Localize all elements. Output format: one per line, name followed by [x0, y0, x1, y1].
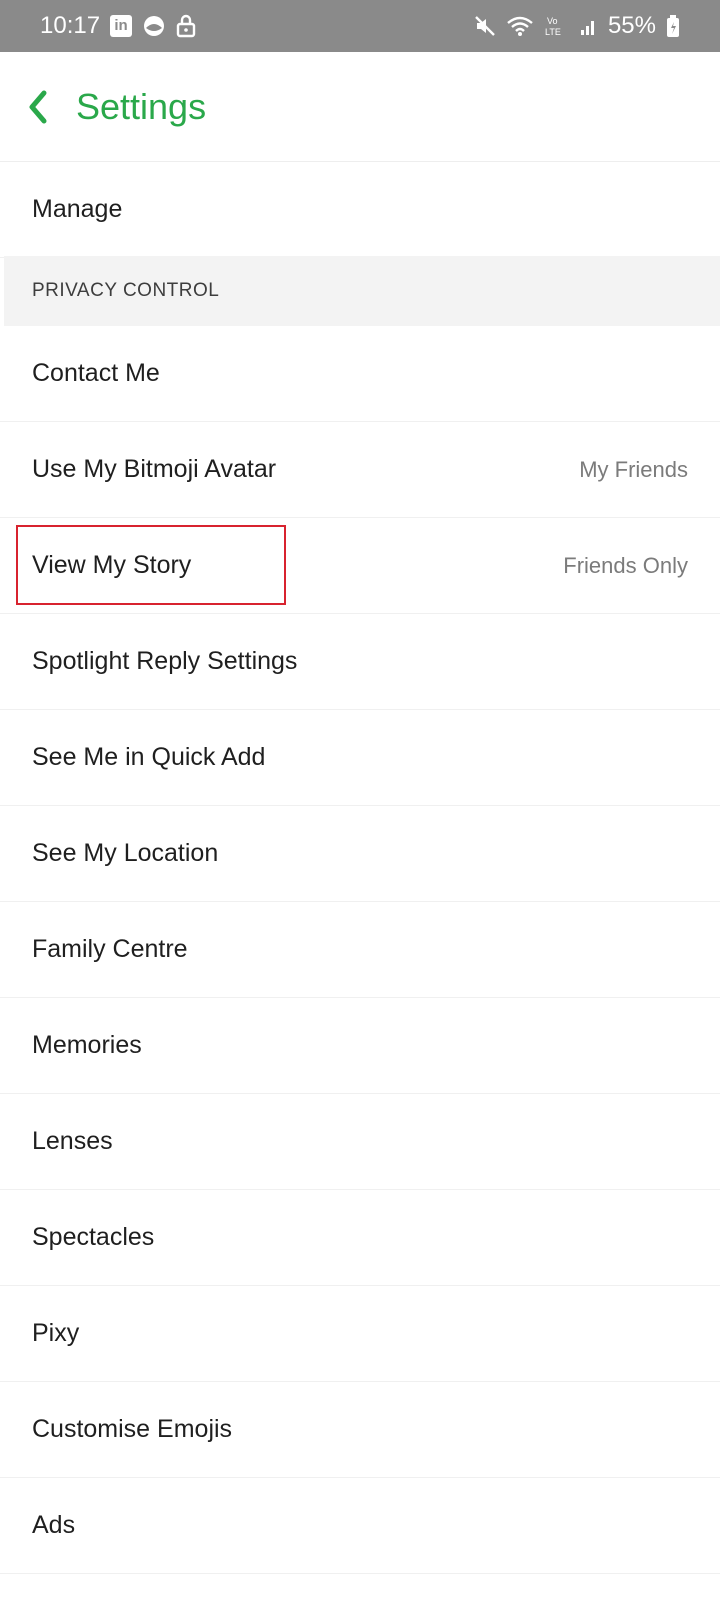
battery-percent: 55%	[607, 12, 656, 39]
settings-item-contact-me[interactable]: Contact Me	[0, 326, 720, 422]
settings-item-memories[interactable]: Memories	[0, 998, 720, 1094]
settings-item-value: My Friends	[579, 456, 688, 482]
status-time: 10:17	[40, 12, 101, 39]
settings-item-ads[interactable]: Ads	[0, 1478, 720, 1574]
settings-item-label: Spectacles	[32, 1223, 155, 1251]
section-header-label: PRIVACY CONTROL	[32, 280, 220, 301]
settings-header: Settings	[0, 52, 720, 162]
linkedin-icon: in	[110, 15, 133, 37]
settings-item-label: Manage	[32, 195, 123, 223]
settings-item-label: Customise Emojis	[32, 1415, 233, 1443]
app-icon	[142, 14, 166, 38]
settings-item-label: Lenses	[32, 1127, 113, 1155]
volte-icon: Vo LTE	[544, 14, 570, 38]
settings-item-label: Use My Bitmoji Avatar	[32, 455, 277, 483]
status-bar: 10:17 in Vo LTE 55%	[0, 0, 720, 52]
settings-item-spotlight-reply-settings[interactable]: Spotlight Reply Settings	[0, 614, 720, 710]
settings-item-family-centre[interactable]: Family Centre	[0, 902, 720, 998]
wifi-icon	[506, 15, 534, 37]
settings-item-customise-emojis[interactable]: Customise Emojis	[0, 1382, 720, 1478]
svg-text:LTE: LTE	[545, 27, 561, 37]
settings-item-use-my-bitmoji-avatar[interactable]: Use My Bitmoji Avatar My Friends	[0, 422, 720, 518]
status-bar-left: 10:17 in	[40, 12, 196, 40]
settings-item-label: Pixy	[32, 1319, 80, 1347]
chevron-left-icon	[29, 90, 47, 123]
settings-item-manage[interactable]: Manage	[0, 162, 720, 258]
mute-icon	[474, 15, 496, 37]
settings-item-lenses[interactable]: Lenses	[0, 1094, 720, 1190]
settings-item-label: See My Location	[32, 839, 219, 867]
battery-icon	[666, 14, 680, 38]
page-title: Settings	[76, 85, 207, 127]
settings-item-label: Contact Me	[32, 359, 160, 387]
status-bar-right: Vo LTE 55%	[474, 12, 680, 40]
settings-item-label: Memories	[32, 1031, 142, 1059]
lock-icon	[176, 14, 196, 38]
settings-item-spectacles[interactable]: Spectacles	[0, 1190, 720, 1286]
back-button[interactable]	[26, 85, 62, 129]
settings-item-label: Spotlight Reply Settings	[32, 647, 298, 675]
signal-icon	[580, 16, 598, 36]
settings-item-see-my-location[interactable]: See My Location	[0, 806, 720, 902]
settings-item-label: View My Story	[32, 551, 192, 579]
settings-item-pixy[interactable]: Pixy	[0, 1286, 720, 1382]
settings-item-label: Family Centre	[32, 935, 188, 963]
settings-item-view-my-story[interactable]: View My Story Friends Only	[0, 518, 720, 614]
settings-item-see-me-in-quick-add[interactable]: See Me in Quick Add	[0, 710, 720, 806]
settings-item-label: Ads	[32, 1511, 76, 1539]
settings-item-value: Friends Only	[563, 552, 688, 578]
svg-text:Vo: Vo	[547, 16, 558, 26]
section-header-privacy-control: PRIVACY CONTROL	[4, 256, 720, 326]
settings-item-label: See Me in Quick Add	[32, 743, 266, 771]
